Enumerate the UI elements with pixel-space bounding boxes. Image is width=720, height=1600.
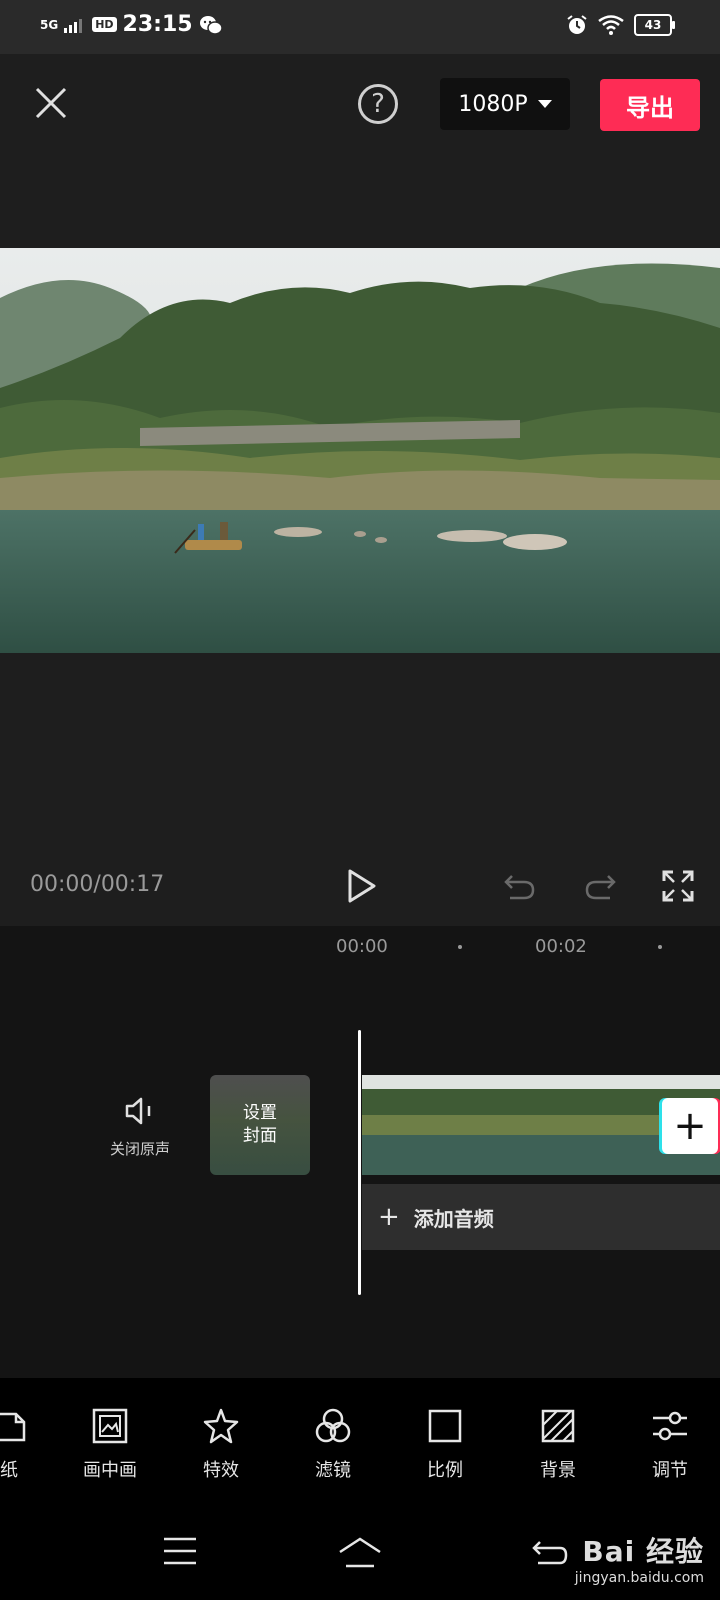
fullscreen-icon (662, 870, 694, 902)
close-icon (35, 87, 67, 119)
background-icon (541, 1409, 575, 1443)
tool-sticker[interactable]: 纸 (0, 1406, 50, 1482)
tool-label: 背景 (540, 1460, 576, 1481)
home-icon (339, 1537, 381, 1568)
wifi-icon (598, 15, 624, 35)
preview-frame-image (0, 248, 720, 653)
cover-label-line2: 封面 (243, 1126, 277, 1146)
clip-frame (558, 1075, 656, 1175)
ratio-icon (428, 1409, 462, 1443)
menu-button[interactable] (162, 1536, 198, 1570)
menu-icon (164, 1537, 196, 1565)
cover-label-line1: 设置 (243, 1103, 277, 1123)
playhead[interactable] (358, 1030, 361, 1295)
home-button[interactable] (336, 1536, 384, 1574)
resolution-value: 1080P (458, 91, 528, 117)
status-right: 43 (566, 14, 675, 36)
clip-frame (460, 1075, 558, 1175)
tool-label: 调节 (652, 1460, 688, 1481)
picture-in-picture-icon (92, 1408, 128, 1444)
sticker-icon (0, 1412, 26, 1442)
wechat-icon (199, 15, 223, 35)
play-icon (348, 869, 376, 903)
tool-label: 比例 (427, 1460, 463, 1481)
add-audio-button[interactable]: + 添加音频 (362, 1184, 720, 1250)
clock: 23:15 (122, 12, 193, 37)
adjust-sliders-icon (653, 1411, 687, 1441)
redo-icon (585, 875, 616, 900)
tool-label: 滤镜 (315, 1460, 351, 1481)
tool-background[interactable]: 背景 (518, 1406, 598, 1482)
tool-label: 画中画 (83, 1460, 137, 1481)
play-button[interactable] (344, 866, 380, 906)
undo-button[interactable] (502, 868, 538, 904)
tool-adjust[interactable]: 调节 (630, 1406, 710, 1482)
clip-frame (362, 1075, 460, 1175)
redo-button[interactable] (582, 868, 618, 904)
tool-picture-in-picture[interactable]: 画中画 (70, 1406, 150, 1482)
back-icon (532, 1541, 568, 1565)
tool-label: 纸 (0, 1460, 18, 1481)
battery-indicator: 43 (634, 14, 675, 36)
filter-icon (315, 1408, 351, 1443)
effects-star-icon (203, 1408, 239, 1444)
speaker-icon (125, 1097, 151, 1125)
tool-ratio[interactable]: 比例 (405, 1406, 485, 1482)
mute-label: 关闭原声 (109, 1140, 170, 1158)
add-clip-button[interactable]: + (662, 1098, 718, 1154)
signal-icon (64, 18, 83, 33)
tool-effects[interactable]: 特效 (181, 1406, 261, 1482)
alarm-icon (567, 15, 587, 34)
help-button[interactable]: ? (358, 84, 398, 124)
video-preview[interactable] (0, 248, 720, 653)
resolution-dropdown[interactable]: 1080P (440, 78, 570, 130)
watermark-main: Bai 经验 (582, 1535, 704, 1568)
export-label: 导出 (626, 93, 674, 122)
ruler-time-0: 00:00 (336, 936, 388, 957)
fullscreen-button[interactable] (662, 870, 694, 902)
watermark-sub: jingyan.baidu.com (574, 1570, 704, 1586)
hd-badge: HD (92, 17, 117, 32)
status-bar: 5G HD 23:15 43 (0, 0, 720, 54)
tool-label: 特效 (203, 1460, 239, 1481)
baidu-jingyan-watermark: Bai 经验 jingyan.baidu.com (575, 1530, 704, 1586)
tool-filter[interactable]: 滤镜 (293, 1406, 373, 1482)
battery-level: 43 (644, 18, 662, 32)
plus-icon: + (378, 1202, 400, 1232)
export-button[interactable]: 导出 (600, 79, 700, 131)
add-audio-label: 添加音频 (413, 1206, 494, 1231)
undo-icon (504, 875, 535, 900)
close-button[interactable] (30, 82, 72, 124)
ruler-tick (658, 945, 662, 949)
mute-original-audio-button[interactable]: 关闭原声 (104, 1096, 176, 1166)
back-button[interactable] (530, 1536, 570, 1572)
plus-icon: + (673, 1103, 707, 1149)
network-type: 5G (40, 17, 59, 32)
timecode: 00:00/00:17 (30, 872, 165, 897)
ruler-time-1: 00:02 (535, 936, 587, 957)
help-icon: ? (371, 89, 385, 119)
caret-down-icon (537, 100, 552, 108)
status-left: 5G HD 23:15 (40, 12, 223, 37)
ruler-tick (458, 945, 462, 949)
set-cover-button[interactable]: 设置 封面 (210, 1075, 310, 1175)
